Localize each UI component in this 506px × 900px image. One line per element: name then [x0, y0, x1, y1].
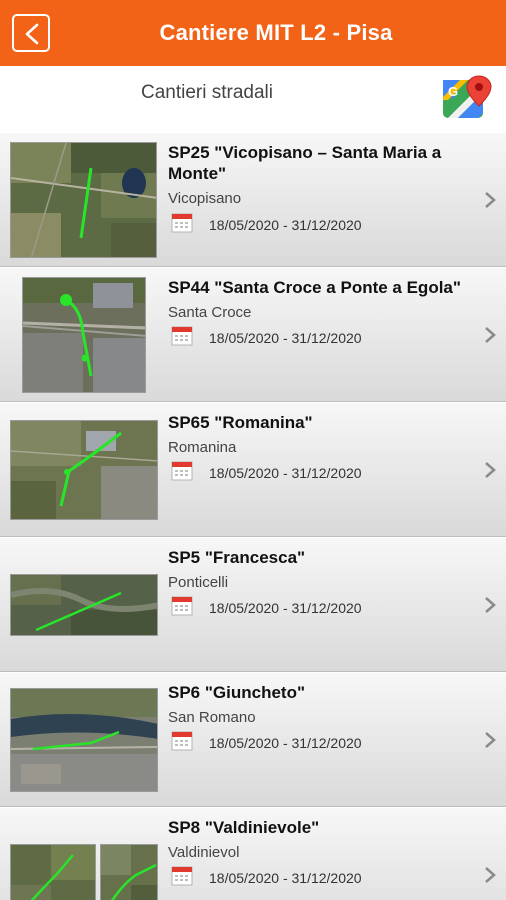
calendar-icon [171, 213, 193, 233]
list-item[interactable]: SP44 "Santa Croce a Ponte a Egola" Santa… [0, 267, 506, 402]
item-dates: 18/05/2020 - 31/12/2020 [209, 217, 362, 233]
list-item[interactable]: SP6 "Giuncheto" San Romano 18/05/2020 - … [0, 672, 506, 807]
item-place: Valdinievol [168, 844, 240, 861]
map-thumbnail [10, 420, 158, 520]
item-title: SP65 "Romanina" [168, 413, 313, 432]
item-place: Santa Croce [168, 304, 252, 321]
list-item[interactable]: SP25 "Vicopisano – Santa Maria a Monte" … [0, 132, 506, 267]
calendar-icon [171, 461, 193, 481]
item-place: Vicopisano [168, 190, 242, 207]
map-thumbnail [10, 688, 158, 792]
item-title: SP5 "Francesca" [168, 548, 306, 567]
calendar-icon [171, 866, 193, 886]
calendar-icon [171, 596, 193, 616]
map-thumbnail [10, 142, 157, 258]
chevron-right-icon [485, 597, 496, 613]
item-title: SP6 "Giuncheto" [168, 683, 306, 702]
google-maps-button[interactable]: G [442, 74, 492, 120]
item-place: Romanina [168, 439, 237, 456]
chevron-right-icon [485, 327, 496, 343]
calendar-icon [171, 731, 193, 751]
worksite-list: SP25 "Vicopisano – Santa Maria a Monte" … [0, 132, 506, 900]
map-thumbnail [10, 844, 96, 900]
item-title: SP8 "Valdinievole" [168, 818, 320, 837]
map-thumbnail [100, 844, 158, 900]
list-item[interactable]: SP8 "Valdinievole" Valdinievol 18/05/202… [0, 807, 506, 900]
list-item[interactable]: SP5 "Francesca" Ponticelli 18/05/2020 - … [0, 537, 506, 672]
item-dates: 18/05/2020 - 31/12/2020 [209, 600, 362, 616]
item-place: Ponticelli [168, 574, 229, 591]
chevron-left-icon [25, 23, 39, 45]
app-bar: Cantiere MIT L2 - Pisa [0, 0, 506, 66]
item-place: San Romano [168, 709, 256, 726]
item-dates: 18/05/2020 - 31/12/2020 [209, 330, 362, 346]
item-title: SP25 "Vicopisano – Santa Maria a Monte" [168, 143, 442, 183]
map-thumbnail [22, 277, 146, 393]
chevron-right-icon [485, 192, 496, 208]
item-dates: 18/05/2020 - 31/12/2020 [209, 870, 362, 886]
item-dates: 18/05/2020 - 31/12/2020 [209, 465, 362, 481]
calendar-icon [171, 326, 193, 346]
item-dates: 18/05/2020 - 31/12/2020 [209, 735, 362, 751]
item-title: SP44 "Santa Croce a Ponte a Egola" [168, 278, 461, 297]
google-maps-icon: G [443, 75, 492, 118]
subheader: Cantieri stradali [0, 66, 506, 132]
map-thumbnail [10, 574, 158, 636]
chevron-right-icon [485, 462, 496, 478]
chevron-right-icon [485, 867, 496, 883]
list-item[interactable]: SP65 "Romanina" Romanina 18/05/2020 - 31… [0, 402, 506, 537]
back-button[interactable] [12, 14, 50, 52]
section-title: Cantieri stradali [141, 82, 273, 103]
app-title: Cantiere MIT L2 - Pisa [159, 20, 393, 45]
chevron-right-icon [485, 732, 496, 748]
svg-text:G: G [448, 84, 458, 99]
